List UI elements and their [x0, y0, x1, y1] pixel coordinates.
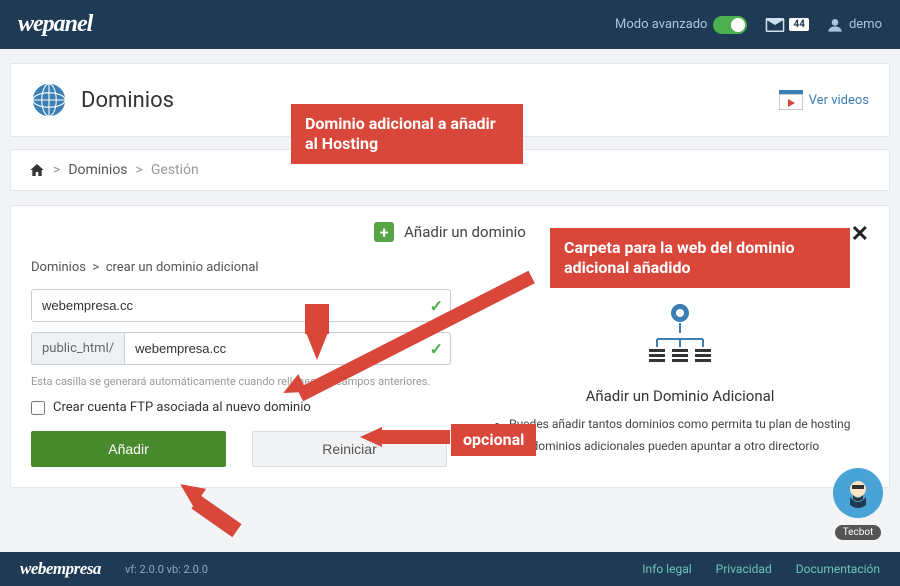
footer-version: vf: 2.0.0 vb: 2.0.0	[125, 563, 208, 576]
info-bullet: Puedes añadir tantos dominios como permi…	[509, 415, 869, 433]
advanced-mode-label: Modo avanzado	[615, 17, 707, 32]
path-prefix: public_html/	[31, 332, 124, 365]
arrow-head-icon	[360, 427, 382, 447]
breadcrumb-l1[interactable]: Dominios	[68, 162, 127, 178]
tecbot-label: Tecbot	[835, 525, 882, 540]
check-icon: ✓	[430, 296, 443, 315]
ftp-checkbox-label: Crear cuenta FTP asociada al nuevo domin…	[53, 400, 311, 415]
envelope-icon	[765, 18, 785, 32]
add-button[interactable]: Añadir	[31, 431, 226, 467]
inner-crumb-l1[interactable]: Dominios	[31, 260, 86, 275]
path-help-text: Esta casilla se generará automáticamente…	[31, 375, 451, 388]
callout-folder: Carpeta para la web del dominio adiciona…	[550, 228, 850, 288]
info-column: Añadir un Dominio Adicional Puedes añadi…	[491, 289, 869, 467]
inner-crumb-l2: crear un dominio adicional	[106, 260, 259, 275]
advanced-mode-toggle[interactable]: Modo avanzado	[615, 16, 747, 34]
plus-icon: +	[374, 222, 394, 242]
mail-button[interactable]: 44	[765, 18, 808, 32]
close-icon[interactable]: ✕	[851, 222, 869, 247]
user-menu[interactable]: demo	[827, 17, 882, 33]
videos-link-label: Ver videos	[809, 93, 869, 108]
check-icon: ✓	[430, 339, 443, 358]
user-name: demo	[849, 17, 882, 32]
callout-domain: Dominio adicional a añadir al Hosting	[291, 104, 523, 164]
toggle-icon	[713, 16, 747, 34]
info-bullet: Los dominios adicionales pueden apuntar …	[509, 437, 869, 455]
breadcrumb-sep: >	[53, 162, 60, 178]
topbar: wepanel Modo avanzado 44 demo	[0, 0, 900, 49]
gear-cluster-icon	[635, 299, 725, 369]
domain-input[interactable]	[31, 289, 451, 322]
user-icon	[827, 17, 843, 33]
videos-link[interactable]: Ver videos	[779, 90, 869, 110]
ftp-checkbox-row[interactable]: Crear cuenta FTP asociada al nuevo domin…	[31, 400, 451, 415]
arrow-icon	[305, 330, 329, 360]
breadcrumb-sep: >	[136, 162, 143, 178]
footer-logo: webempresa	[20, 559, 101, 579]
footer-link-legal[interactable]: Info legal	[642, 562, 691, 576]
footer-link-privacy[interactable]: Privacidad	[716, 562, 772, 576]
home-icon[interactable]	[29, 162, 45, 178]
app-logo: wepanel	[18, 11, 92, 38]
page-title: Dominios	[81, 88, 174, 113]
arrow-icon	[191, 495, 241, 537]
video-icon	[779, 90, 803, 110]
domain-field: ✓	[31, 289, 451, 322]
info-list: Puedes añadir tantos dominios como permi…	[491, 415, 869, 455]
ftp-checkbox[interactable]	[31, 401, 45, 415]
breadcrumb-l2: Gestión	[151, 162, 199, 178]
callout-optional: opcional	[451, 424, 536, 456]
globe-icon	[31, 82, 67, 118]
footer-link-docs[interactable]: Documentación	[796, 562, 880, 576]
info-title: Añadir un Dominio Adicional	[491, 387, 869, 405]
tecbot-widget[interactable]: Tecbot	[830, 468, 886, 540]
footer: webempresa vf: 2.0.0 vb: 2.0.0 Info lega…	[0, 552, 900, 586]
mail-badge: 44	[789, 18, 808, 31]
tecbot-avatar-icon	[833, 468, 883, 518]
arrow-icon	[378, 430, 450, 444]
panel-head-label: Añadir un dominio	[404, 223, 526, 241]
